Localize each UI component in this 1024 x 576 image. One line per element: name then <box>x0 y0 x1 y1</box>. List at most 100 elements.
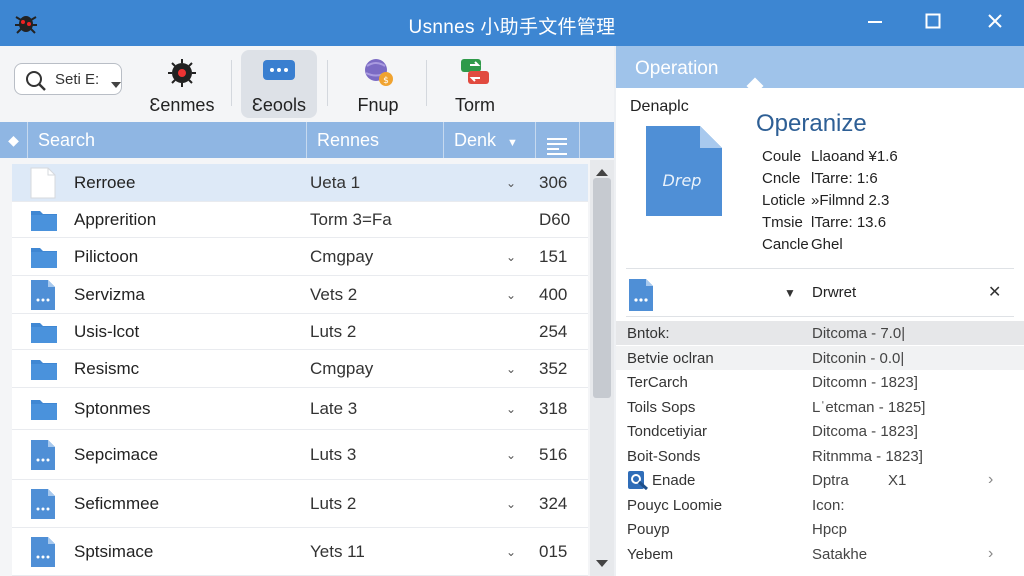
globe-coin-icon: $ <box>361 56 395 93</box>
draft-label: Drwret <box>812 284 857 301</box>
file-size: 400 <box>539 285 568 304</box>
chevron-right-icon[interactable]: › <box>988 545 993 563</box>
maximize-button[interactable] <box>913 6 953 40</box>
chevron-down-icon[interactable]: ⌄ <box>506 545 516 559</box>
toolbar-button-torm[interactable]: Torm <box>436 50 514 118</box>
doc-icon <box>30 536 56 573</box>
property-extra: X1 <box>888 472 907 489</box>
chevron-right-icon[interactable]: › <box>988 471 993 489</box>
table-row[interactable]: Sepcimace Luts 3 ⌄ 516 <box>12 430 588 480</box>
minimize-icon <box>867 13 883 34</box>
column-header-search[interactable]: Search <box>28 122 307 158</box>
detail-prop: Tmsie lTarre: 13.6 <box>762 214 886 231</box>
scroll-down-icon[interactable] <box>595 556 609 574</box>
property-row[interactable]: Tondcetiyiar Ditcoma - 1823] <box>616 419 1024 443</box>
chevron-down-icon[interactable]: ⌄ <box>506 448 516 462</box>
search-doc-icon <box>627 470 649 494</box>
toolbar-button-fnup[interactable]: $ Fnup <box>340 50 416 118</box>
table-row[interactable]: Resismc Cmgpay ⌄ 352 <box>12 350 588 388</box>
prop-key: Cancle <box>762 236 809 253</box>
prop-value: »Filmnd 2.3 <box>811 192 890 209</box>
property-row[interactable]: Yebem Satakhe › <box>616 542 1024 566</box>
minimize-button[interactable] <box>855 6 895 40</box>
property-row[interactable]: Enade Dptra X1 › <box>616 468 1024 492</box>
scrollbar[interactable] <box>590 160 614 576</box>
table-row[interactable]: Pilictoon Cmgpay ⌄ 151 <box>12 238 588 276</box>
chevron-down-icon[interactable]: ⌄ <box>506 250 516 264</box>
column-header-date[interactable]: Denk ▼ <box>444 122 536 158</box>
toolbar-button-enmes[interactable]: Ɛenmes <box>142 50 222 118</box>
divider <box>626 268 1014 269</box>
detail-header: Operation <box>616 46 1024 95</box>
table-row[interactable]: Seficmmee Luts 2 ⌄ 324 <box>12 480 588 528</box>
chevron-down-icon[interactable]: ⌄ <box>506 402 516 416</box>
property-key: Bntok: <box>627 325 670 342</box>
caret-down-icon[interactable]: ▼ <box>784 286 796 300</box>
column-options-button[interactable] <box>536 122 580 158</box>
select-column-header[interactable]: ◆ <box>0 122 28 158</box>
draft-row[interactable]: ▼ Drwret ✕ <box>616 276 1024 316</box>
property-row[interactable]: Pouyc Loomie Icon: <box>616 493 1024 517</box>
close-icon[interactable]: ✕ <box>988 282 1001 302</box>
file-size: 516 <box>539 445 568 464</box>
sort-caret-icon: ▼ <box>507 137 518 149</box>
search-dropdown[interactable]: Seti E: <box>14 63 122 95</box>
prop-value: Ghel <box>811 236 843 253</box>
property-key: Boit-Sonds <box>627 448 701 465</box>
property-row[interactable]: Betvie oclran Ditconin - 0.0| <box>616 346 1024 370</box>
table-row[interactable]: Usis-lcot Luts 2 254 <box>12 314 588 350</box>
property-value: Satakhe <box>812 546 868 563</box>
file-name: Sepcimace <box>74 445 159 464</box>
chevron-down-icon[interactable]: ⌄ <box>506 497 516 511</box>
file-list-pane: Seti E: Ɛenmes Ɛeools $ Fnup Torm ◆ Sear… <box>0 46 614 576</box>
prop-key: Loticle <box>762 192 806 209</box>
property-value: Ditcoma - 1823] <box>812 423 918 440</box>
exchange-icon <box>458 56 492 93</box>
scrollbar-thumb[interactable] <box>593 178 611 398</box>
chevron-down-icon[interactable]: ⌄ <box>506 362 516 376</box>
detail-prop: Loticle »Filmnd 2.3 <box>762 192 889 209</box>
chevron-down-icon <box>111 76 121 94</box>
divider <box>626 316 1014 317</box>
toolbar-button-label: Ɛeools <box>252 95 306 115</box>
close-button[interactable] <box>975 6 1015 40</box>
doc-icon <box>30 488 56 525</box>
table-row[interactable]: Rerroee Ueta 1 ⌄ 306 <box>12 164 588 202</box>
folder-icon <box>30 357 58 386</box>
column-header-name[interactable]: Rennes <box>307 122 444 158</box>
chevron-down-icon[interactable]: ⌄ <box>506 176 516 190</box>
title-bar: Usnnes 小助手文件管理 <box>0 0 1024 46</box>
property-value: Ditcomn - 1823] <box>812 374 918 391</box>
property-row[interactable]: Boit-Sonds Ritnmma - 1823] <box>616 444 1024 468</box>
property-value: Hpcp <box>812 521 848 538</box>
prop-value: lTarre: 13.6 <box>811 214 887 231</box>
property-row[interactable]: Bntok: Ditcoma - 7.0| <box>616 321 1024 345</box>
property-value: Ditcoma - 7.0| <box>812 325 906 342</box>
doc-icon <box>30 439 56 476</box>
file-type: Ueta 1 <box>310 173 361 192</box>
table-row[interactable]: Sptonmes Late 3 ⌄ 318 <box>12 388 588 430</box>
chevron-down-icon[interactable]: ⌄ <box>506 288 516 302</box>
prop-value: lTarre: 1:6 <box>811 170 878 187</box>
file-size: 015 <box>539 542 568 561</box>
prop-value: Llaoand ¥1.6 <box>811 148 898 165</box>
table-header: ◆ Search Rennes Denk ▼ <box>0 122 614 158</box>
property-key: Tondcetiyiar <box>627 423 708 440</box>
folder-icon <box>30 397 58 426</box>
close-icon <box>987 13 1003 34</box>
detail-prop: Cncle lTarre: 1:6 <box>762 170 878 187</box>
table-row[interactable]: Apprerition Torm 3=Fa D60 <box>12 202 588 238</box>
detail-prop: Coule Llaoand ¥1.6 <box>762 148 898 165</box>
table-row[interactable]: Sptsimace Yets 11 ⌄ 015 <box>12 528 588 576</box>
toolbar-button-tools[interactable]: Ɛeools <box>241 50 317 118</box>
property-row[interactable]: Toils Sops Lˈetcman - 1825] <box>616 395 1024 419</box>
file-name: Servizma <box>74 285 145 304</box>
table-row[interactable]: Servizma Vets 2 ⌄ 400 <box>12 276 588 314</box>
detail-pane: Operation Denaplc Drep Operanize Coule Ll… <box>616 46 1024 576</box>
property-key: Pouyp <box>627 521 670 538</box>
toolbar-button-label: Ɛenmes <box>149 95 215 115</box>
property-key: Betvie oclran <box>627 350 714 367</box>
prop-key: Cncle <box>762 170 801 187</box>
property-row[interactable]: Pouyp Hpcp <box>616 517 1024 541</box>
property-row[interactable]: TerCarch Ditcomn - 1823] <box>616 370 1024 394</box>
